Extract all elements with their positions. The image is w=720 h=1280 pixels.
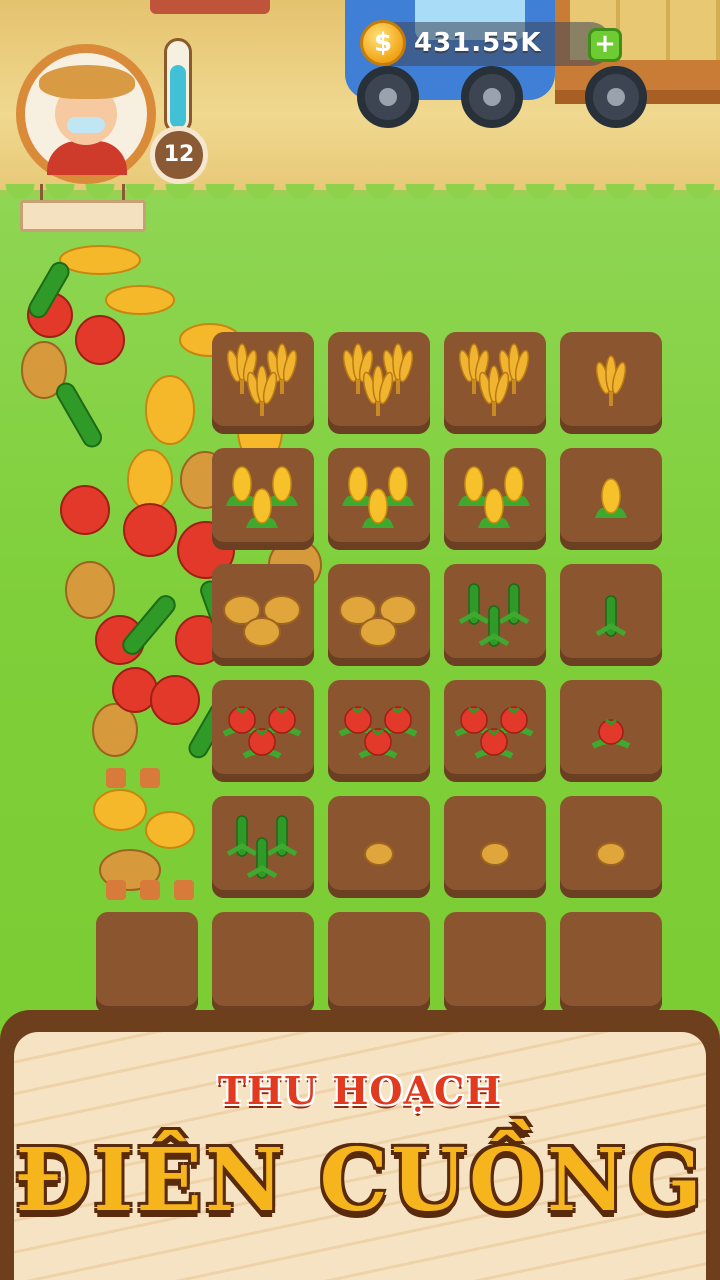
crop-plot-potato-full[interactable] xyxy=(328,564,430,666)
coin-icon: $ xyxy=(360,20,406,66)
tomato-crop xyxy=(560,680,662,782)
potato-crop xyxy=(212,564,314,666)
potato-crop xyxy=(444,796,546,898)
crop-plot-corn-full[interactable] xyxy=(212,448,314,550)
wheat-crop xyxy=(444,332,546,434)
wheat-crop xyxy=(212,332,314,434)
cucumber-crop xyxy=(444,564,546,666)
empty-plot[interactable] xyxy=(96,912,198,1014)
crop-plot-tomato-full[interactable] xyxy=(212,680,314,782)
banner-title: ĐIÊN CUỒNG xyxy=(15,1130,705,1231)
cucumber-crop xyxy=(212,796,314,898)
corn-crop xyxy=(212,448,314,550)
crop-plot-corn-small[interactable] xyxy=(560,448,662,550)
coin-amount: 431.55K xyxy=(414,28,542,58)
avatar-mask xyxy=(67,117,105,133)
add-coins-button[interactable]: + xyxy=(588,28,622,62)
empty-plot[interactable] xyxy=(328,912,430,1014)
banner-subtitle: THU HOẠCH xyxy=(217,1068,503,1113)
corn-crop xyxy=(560,448,662,550)
energy-bar-fill xyxy=(170,65,186,128)
farm-grid xyxy=(96,332,668,1014)
crop-plot-tomato-full[interactable] xyxy=(328,680,430,782)
avatar-shirt xyxy=(47,141,127,175)
crop-plot-wheat-full[interactable] xyxy=(444,332,546,434)
crop-plot-corn-full[interactable] xyxy=(444,448,546,550)
wheat-crop xyxy=(560,332,662,434)
empty-plot[interactable] xyxy=(560,912,662,1014)
empty-plot[interactable] xyxy=(212,912,314,1014)
tomato-crop xyxy=(328,680,430,782)
corn-crop xyxy=(444,448,546,550)
crop-plot-wheat-full[interactable] xyxy=(328,332,430,434)
level-badge: 12 xyxy=(150,126,208,184)
crop-plot-potato-small[interactable] xyxy=(444,796,546,898)
crop-plot-potato-small[interactable] xyxy=(328,796,430,898)
crop-plot-wheat-small[interactable] xyxy=(560,332,662,434)
crop-plot-cucumber-small[interactable] xyxy=(560,564,662,666)
potato-crop xyxy=(328,796,430,898)
empty-plot[interactable] xyxy=(444,912,546,1014)
crop-plot-potato-full[interactable] xyxy=(212,564,314,666)
name-plank xyxy=(20,200,146,232)
truck-wheel xyxy=(585,66,647,128)
cucumber-crop xyxy=(560,564,662,666)
barn-roof xyxy=(150,0,270,14)
energy-bar xyxy=(164,38,192,134)
truck-wheel xyxy=(461,66,523,128)
crop-plot-tomato-full[interactable] xyxy=(444,680,546,782)
crop-plot-tomato-small[interactable] xyxy=(560,680,662,782)
wheat-crop xyxy=(328,332,430,434)
potato-crop xyxy=(560,796,662,898)
tomato-crop xyxy=(212,680,314,782)
crop-plot-cucumber-full[interactable] xyxy=(212,796,314,898)
avatar-straw-hat xyxy=(39,65,135,99)
crop-plot-cucumber-full[interactable] xyxy=(444,564,546,666)
crop-plot-potato-small[interactable] xyxy=(560,796,662,898)
corn-crop xyxy=(328,448,430,550)
player-avatar[interactable] xyxy=(16,44,156,184)
potato-crop xyxy=(328,564,430,666)
truck-wheel xyxy=(357,66,419,128)
crop-plot-wheat-full[interactable] xyxy=(212,332,314,434)
tomato-crop xyxy=(444,680,546,782)
crop-plot-corn-full[interactable] xyxy=(328,448,430,550)
